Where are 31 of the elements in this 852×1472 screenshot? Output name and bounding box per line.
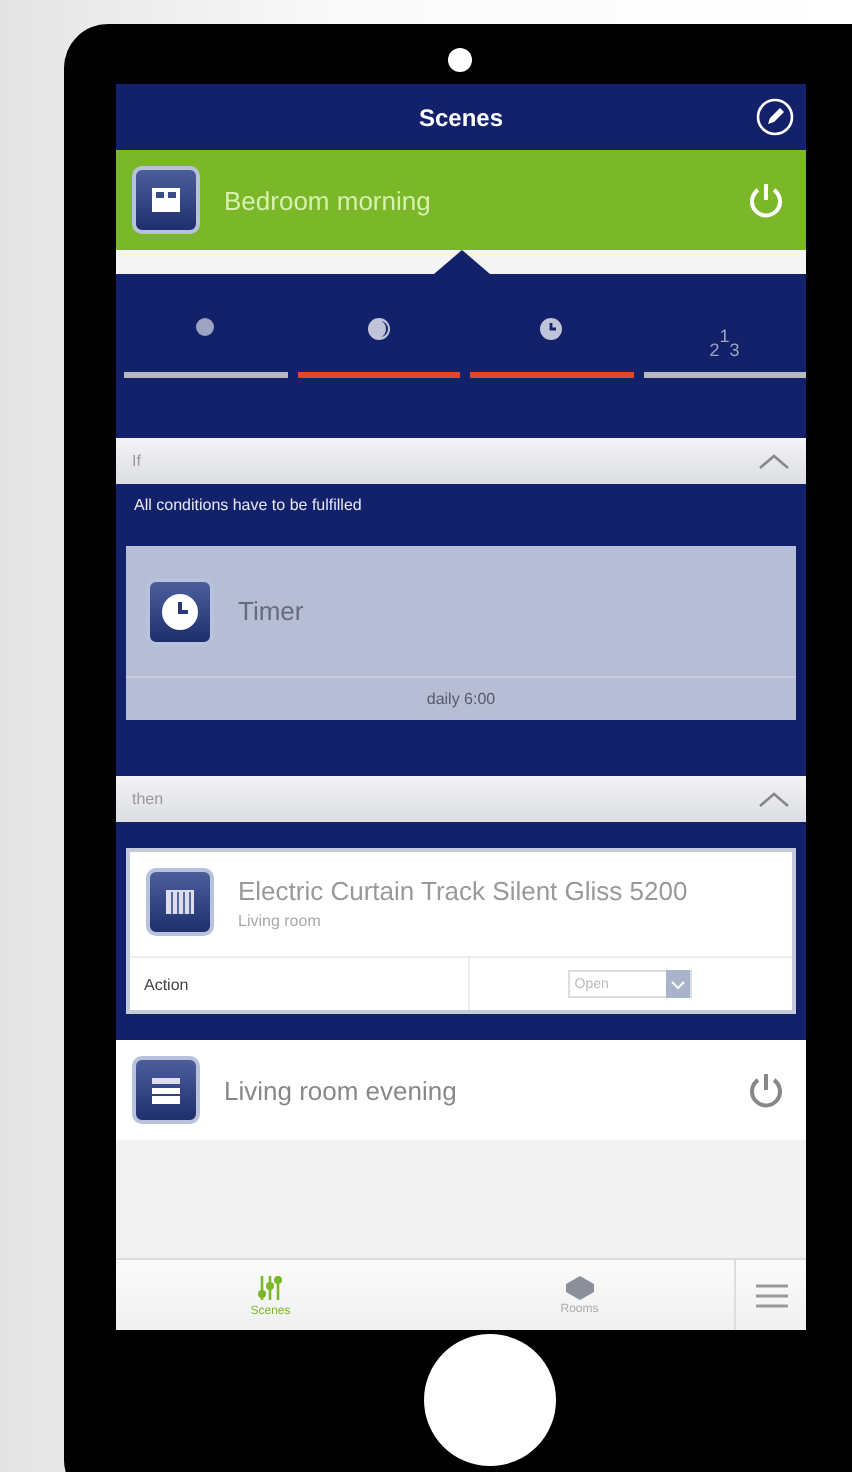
dot-icon: [196, 318, 215, 336]
chevron-up-icon: [758, 453, 790, 469]
condition-title: Timer: [238, 596, 304, 626]
caret-icon: [666, 970, 691, 998]
action-label: Action: [130, 958, 469, 1010]
sliders-icon: [256, 1273, 285, 1301]
device-name: Electric Curtain Track Silent Gliss 5200: [238, 875, 688, 905]
edit-icon[interactable]: [756, 98, 794, 136]
screen-title: Scenes: [418, 103, 504, 131]
moon-icon: [367, 318, 390, 340]
condition-detail: daily 6:00: [126, 676, 796, 720]
filter-tab[interactable]: [124, 318, 287, 378]
scene-name: Bedroom morning: [224, 185, 433, 215]
filter-tab[interactable]: [297, 318, 460, 378]
device-room: Living room: [238, 911, 323, 929]
conditions-note: All conditions have to be fulfilled: [132, 494, 364, 518]
scene-row[interactable]: Bedroom morning: [116, 150, 806, 250]
filter-tab[interactable]: [470, 318, 633, 378]
chevron-up-icon: [758, 791, 790, 807]
menu-icon: [755, 1283, 787, 1307]
timer-card[interactable]: Timer daily 6:00: [126, 546, 796, 720]
camera-dot: [448, 48, 472, 72]
if-section-header[interactable]: If: [116, 438, 806, 484]
then-section-header[interactable]: then: [116, 776, 806, 822]
curtain-tile-icon: [146, 868, 214, 936]
power-icon[interactable]: [746, 1070, 786, 1110]
clock-tile-icon: [146, 577, 214, 645]
scene-name: Living room evening: [224, 1075, 459, 1105]
house-icon: [565, 1275, 594, 1299]
clock-icon: [540, 318, 563, 340]
scene-row[interactable]: Living room evening: [116, 1040, 806, 1140]
